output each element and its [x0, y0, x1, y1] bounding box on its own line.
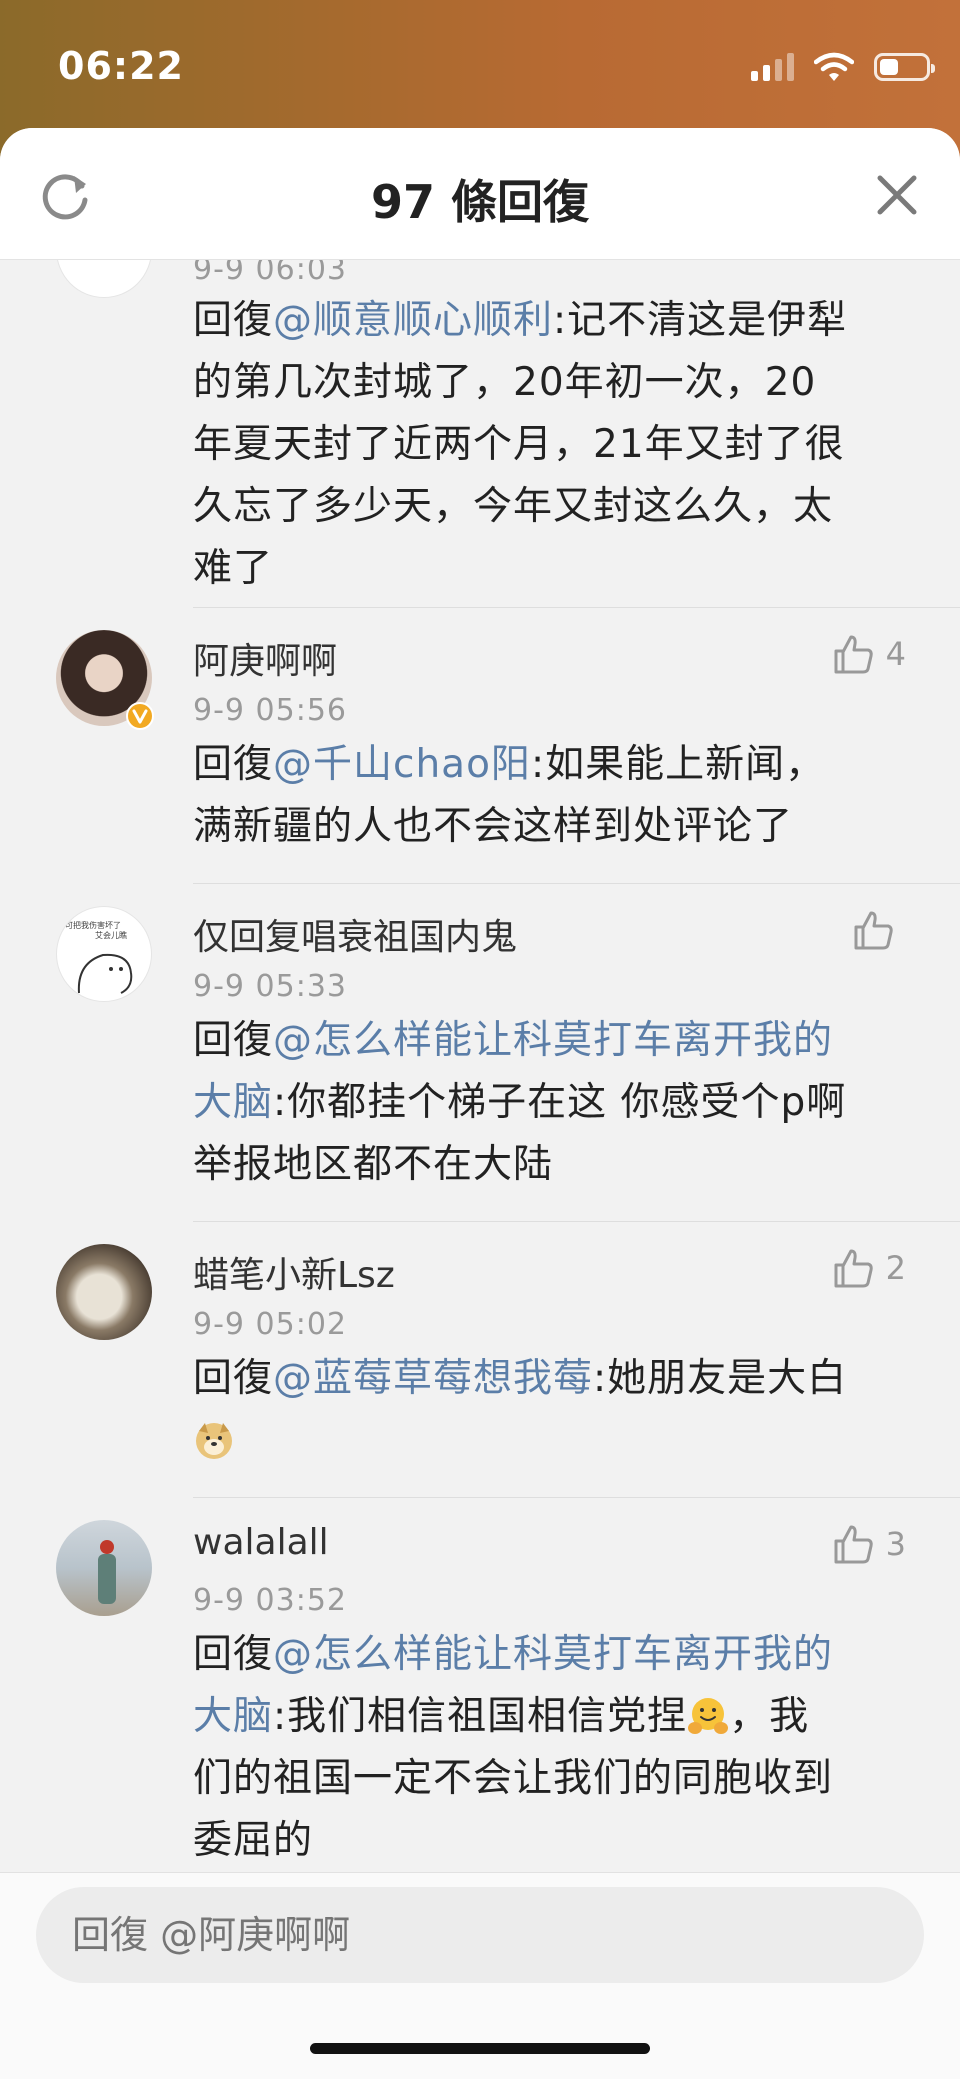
page-title: 97 條回復	[370, 175, 590, 229]
comment-body[interactable]: 回復@怎么样能让科莫打车离开我的 大脑:你都挂个梯子在这 你感受个p啊 举报地区…	[193, 1010, 913, 1196]
like-count: 4	[885, 635, 906, 673]
like-button[interactable]: 4	[832, 632, 906, 676]
avatar[interactable]	[56, 260, 152, 298]
hugging-face-emoji-icon	[688, 1698, 729, 1734]
sheet-header: 97 條回復	[0, 128, 960, 260]
reply-prefix: 回復	[193, 298, 274, 343]
battery-icon	[874, 53, 935, 81]
comment-body[interactable]: 回復@蓝莓草莓想我莓:她朋友是大白	[193, 1348, 913, 1472]
reply-prefix: 回復	[193, 742, 274, 787]
comment-text: 难了	[193, 546, 274, 591]
comment-list[interactable]: 9-9 06:03 回復@顺意顺心顺利:记不清这是伊犁 的第几次封城了，20年初…	[0, 260, 960, 2000]
comment-body[interactable]: 回復@顺意顺心顺利:记不清这是伊犁 的第几次封城了，20年初一次，20 年夏天封…	[193, 290, 913, 600]
like-button[interactable]: 2	[832, 1246, 906, 1290]
comment-text: 年夏天封了近两个月，21年又封了很	[193, 422, 845, 467]
avatar-caption: 可把我伤害坏了	[65, 921, 121, 930]
username[interactable]: 仅回复唱衰祖国内鬼	[193, 908, 517, 960]
reply-input[interactable]	[36, 1887, 924, 1983]
mention-link[interactable]: @千山chao阳	[273, 742, 531, 787]
mention-link[interactable]: @怎么样能让科莫打车离开我的	[273, 1632, 833, 1677]
comment-text: 的第几次封城了，20年初一次，20	[193, 360, 817, 405]
verified-badge-icon	[126, 702, 154, 730]
like-count: 3	[885, 1525, 906, 1563]
reply-prefix: 回復	[193, 1018, 274, 1063]
comment-text: 举报地区都不在大陆	[193, 1142, 554, 1187]
reply-prefix: 回復	[193, 1356, 274, 1401]
comment-time: 9-9 06:03	[193, 260, 347, 287]
like-count: 2	[885, 1249, 906, 1287]
comment-time: 9-9 05:02	[193, 1307, 347, 1342]
comment-text: 久忘了多少天，今年又封这么久，太	[193, 484, 834, 529]
avatar[interactable]: 可把我伤害坏了 艾会儿瞧	[56, 906, 152, 1002]
doge-emoji-icon	[196, 1423, 232, 1459]
close-icon[interactable]	[872, 170, 922, 220]
thumbs-up-icon	[854, 911, 893, 950]
comment-time: 9-9 05:56	[193, 693, 347, 728]
username[interactable]: walalall	[193, 1522, 329, 1563]
comment-body[interactable]: 回復@千山chao阳:如果能上新闻， 满新疆的人也不会这样到处评论了	[193, 734, 913, 858]
status-icons	[751, 52, 935, 82]
reply-prefix: 回復	[193, 1632, 274, 1677]
avatar[interactable]	[56, 1244, 152, 1340]
thumbs-up-icon	[834, 1525, 873, 1564]
comment-item: 阿庚啊啊 9-9 05:56 4 回復@千山chao阳:如果能上新闻， 满新疆的…	[0, 608, 960, 884]
thumbs-up-icon	[834, 1249, 873, 1288]
avatar[interactable]	[56, 1520, 152, 1616]
comment-text: :你都挂个梯子在这 你感受个p啊	[273, 1080, 847, 1125]
mention-link[interactable]: @顺意顺心顺利	[273, 298, 553, 343]
like-button[interactable]: 3	[832, 1522, 906, 1566]
comment-text: ，我	[729, 1694, 810, 1739]
comment-text: :我们相信祖国相信党捏	[273, 1694, 688, 1739]
comment-text: :如果能上新闻，	[530, 742, 826, 787]
mention-link[interactable]: @怎么样能让科莫打车离开我的	[273, 1018, 833, 1063]
comment-time: 9-9 03:52	[193, 1583, 347, 1618]
cartoon-figure-icon	[77, 953, 133, 994]
cellular-signal-icon	[751, 53, 794, 81]
comment-text: 们的祖国一定不会让我们的同胞收到	[193, 1756, 834, 1801]
comment-text: :记不清这是伊犁	[553, 298, 848, 343]
mention-link[interactable]: 大脑	[193, 1694, 273, 1739]
comment-time: 9-9 05:33	[193, 969, 347, 1004]
comment-text: 满新疆的人也不会这样到处评论了	[193, 804, 794, 849]
username[interactable]: 阿庚啊啊	[193, 632, 337, 684]
avatar-caption: 艾会儿瞧	[95, 931, 127, 940]
reply-bar	[0, 1872, 960, 2079]
comment-item: 蜡笔小新Lsz 9-9 05:02 2 回復@蓝莓草莓想我莓:她朋友是大白	[0, 1222, 960, 1498]
comment-item: 可把我伤害坏了 艾会儿瞧 仅回复唱衰祖国内鬼 9-9 05:33 回復@怎么样能…	[0, 884, 960, 1222]
comment-text: :她朋友是大白	[593, 1356, 848, 1401]
mention-link[interactable]: 大脑	[193, 1080, 273, 1125]
username[interactable]: 蜡笔小新Lsz	[193, 1246, 395, 1298]
replies-sheet: 97 條回復 9-9 06:03 回復@顺意顺心顺利:记不清这是伊犁 的第几次封…	[0, 128, 960, 2079]
wifi-icon	[814, 52, 854, 81]
mention-link[interactable]: @蓝莓草莓想我莓	[273, 1356, 593, 1401]
comment-text: 委屈的	[193, 1818, 314, 1863]
comment-body[interactable]: 回復@怎么样能让科莫打车离开我的 大脑:我们相信祖国相信党捏 ，我 们的祖国一定…	[193, 1624, 913, 1872]
thumbs-up-icon	[834, 635, 873, 674]
status-bar: 06:22	[0, 0, 960, 130]
like-button[interactable]	[852, 908, 906, 952]
home-indicator	[310, 2043, 650, 2054]
comment-item: 9-9 06:03 回復@顺意顺心顺利:记不清这是伊犁 的第几次封城了，20年初…	[0, 260, 960, 608]
status-time: 06:22	[58, 44, 184, 88]
